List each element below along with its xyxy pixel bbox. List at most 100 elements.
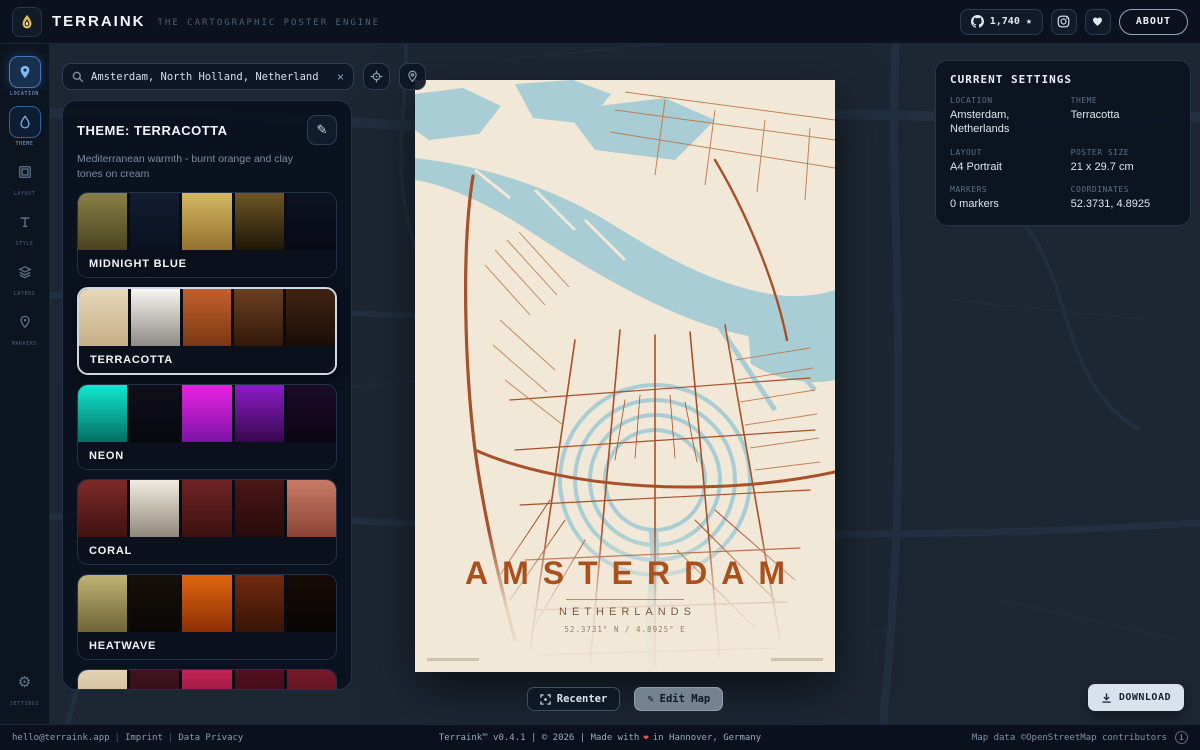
theme-card-midnight-blue[interactable]: MIDNIGHT BLUE xyxy=(77,192,337,278)
sidebar-item-layout[interactable]: LAYOUT xyxy=(9,156,41,197)
theme-swatch xyxy=(182,670,231,690)
theme-card-neon[interactable]: NEON xyxy=(77,384,337,470)
heart-icon: ❤ xyxy=(643,733,648,743)
sidebar-item-location[interactable]: LOCATION xyxy=(9,56,41,97)
edit-theme-button[interactable]: ✎ xyxy=(307,115,337,145)
footer-imprint-link[interactable]: Imprint xyxy=(125,733,163,743)
setting-label: MARKERS xyxy=(950,185,1061,194)
theme-swatch xyxy=(287,575,336,632)
pencil-icon: ✎ xyxy=(317,122,328,138)
theme-name: CORAL xyxy=(78,537,336,564)
theme-swatch xyxy=(78,193,127,250)
theme-swatch xyxy=(235,480,284,537)
sidebar-item-markers[interactable]: MARKERS xyxy=(9,306,41,347)
sidebar-item-style[interactable]: STYLE xyxy=(9,206,41,247)
poster-city-title: AMSTERDAM xyxy=(415,555,835,592)
setting-value: Amsterdam, Netherlands xyxy=(950,108,1061,137)
theme-card-coral[interactable]: CORAL xyxy=(77,479,337,565)
theme-name: HEATWAVE xyxy=(78,632,336,659)
poster-divider xyxy=(566,599,684,600)
sidebar-item-label: LAYERS xyxy=(14,291,36,297)
geolocate-button[interactable] xyxy=(363,63,390,90)
theme-swatches xyxy=(78,193,336,250)
theme-swatches xyxy=(78,575,336,632)
theme-panel: THEME: TERRACOTTA ✎ Mediterranean warmth… xyxy=(62,100,352,690)
theme-swatch xyxy=(286,289,335,346)
footer-privacy-link[interactable]: Data Privacy xyxy=(178,733,243,743)
github-stars-button[interactable]: 1,740 ★ xyxy=(960,9,1043,35)
recenter-button[interactable]: Recenter xyxy=(527,687,621,711)
theme-swatch xyxy=(182,385,231,442)
theme-swatch xyxy=(78,670,127,690)
setting-poster-size: POSTER SIZE 21 x 29.7 cm xyxy=(1071,148,1176,174)
heart-icon xyxy=(1091,15,1104,28)
sidebar-item-label: LAYOUT xyxy=(14,191,36,197)
setting-value: 0 markers xyxy=(950,197,1061,211)
theme-card-partial[interactable] xyxy=(77,669,337,690)
sidebar-item-theme[interactable]: THEME xyxy=(9,106,41,147)
gear-icon: ⚙ xyxy=(9,666,41,698)
download-button[interactable]: DOWNLOAD xyxy=(1088,684,1184,711)
theme-card-terracotta[interactable]: TERRACOTTA xyxy=(77,287,337,375)
about-button[interactable]: ABOUT xyxy=(1119,9,1188,35)
theme-swatch xyxy=(234,289,283,346)
setting-label: POSTER SIZE xyxy=(1071,148,1176,157)
poster-coordinates: 52.3731° N / 4.8925° E xyxy=(415,625,835,634)
theme-swatch xyxy=(287,480,336,537)
instagram-button[interactable] xyxy=(1051,9,1077,35)
sidebar-item-label: SETTINGS xyxy=(10,701,39,707)
theme-swatch xyxy=(78,385,127,442)
poster-fineprint-left xyxy=(427,658,479,661)
search-row: × xyxy=(62,63,426,90)
theme-swatch xyxy=(235,193,284,250)
marker-pin-icon xyxy=(9,306,41,338)
poster-preview[interactable]: AMSTERDAM NETHERLANDS 52.3731° N / 4.892… xyxy=(415,80,835,672)
pencil-icon: ✎ xyxy=(647,693,653,705)
github-icon xyxy=(971,15,984,28)
sidebar-item-settings[interactable]: ⚙ SETTINGS xyxy=(9,666,41,707)
crosshair-icon xyxy=(370,70,383,83)
theme-swatch xyxy=(130,575,179,632)
theme-swatch xyxy=(79,289,128,346)
app-subtitle: THE CARTOGRAPHIC POSTER ENGINE xyxy=(158,18,381,28)
typography-icon xyxy=(9,206,41,238)
instagram-icon xyxy=(1057,15,1070,28)
setting-layout: LAYOUT A4 Portrait xyxy=(950,148,1061,174)
sidebar-item-label: STYLE xyxy=(15,241,33,247)
theme-swatch xyxy=(287,385,336,442)
footer: hello@terraink.app | Imprint | Data Priv… xyxy=(0,724,1200,750)
layout-frame-icon xyxy=(9,156,41,188)
poster-country: NETHERLANDS xyxy=(415,606,835,618)
info-icon[interactable]: i xyxy=(1175,731,1188,744)
theme-panel-title: THEME: TERRACOTTA xyxy=(77,123,228,138)
droplet-icon xyxy=(9,106,41,138)
edit-map-button[interactable]: ✎ Edit Map xyxy=(634,687,723,711)
theme-swatch xyxy=(182,480,231,537)
app-logo xyxy=(12,7,42,37)
footer-email-link[interactable]: hello@terraink.app xyxy=(12,733,110,743)
theme-card-heatwave[interactable]: HEATWAVE xyxy=(77,574,337,660)
theme-description: Mediterranean warmth - burnt orange and … xyxy=(77,152,313,181)
theme-swatches xyxy=(78,480,336,537)
clear-search-icon[interactable]: × xyxy=(337,71,344,83)
download-label: DOWNLOAD xyxy=(1119,692,1171,703)
theme-swatch xyxy=(287,670,336,690)
map-attribution: Map data ©OpenStreetMap contributors xyxy=(972,733,1167,743)
sidebar-item-layers[interactable]: LAYERS xyxy=(9,256,41,297)
sponsor-button[interactable] xyxy=(1085,9,1111,35)
recenter-label: Recenter xyxy=(557,693,608,705)
theme-swatch xyxy=(130,480,179,537)
recenter-icon xyxy=(540,694,551,705)
theme-swatch xyxy=(183,289,232,346)
theme-name: TERRACOTTA xyxy=(79,346,335,373)
layers-icon xyxy=(9,256,41,288)
theme-name: MIDNIGHT BLUE xyxy=(78,250,336,277)
search-input[interactable] xyxy=(91,71,330,83)
setting-markers: MARKERS 0 markers xyxy=(950,185,1061,211)
location-pin-icon xyxy=(9,56,41,88)
drop-marker-button[interactable] xyxy=(399,63,426,90)
download-icon xyxy=(1101,692,1112,704)
sidebar-item-label: THEME xyxy=(15,141,33,147)
search-box[interactable]: × xyxy=(62,63,354,90)
setting-label: LOCATION xyxy=(950,96,1061,105)
